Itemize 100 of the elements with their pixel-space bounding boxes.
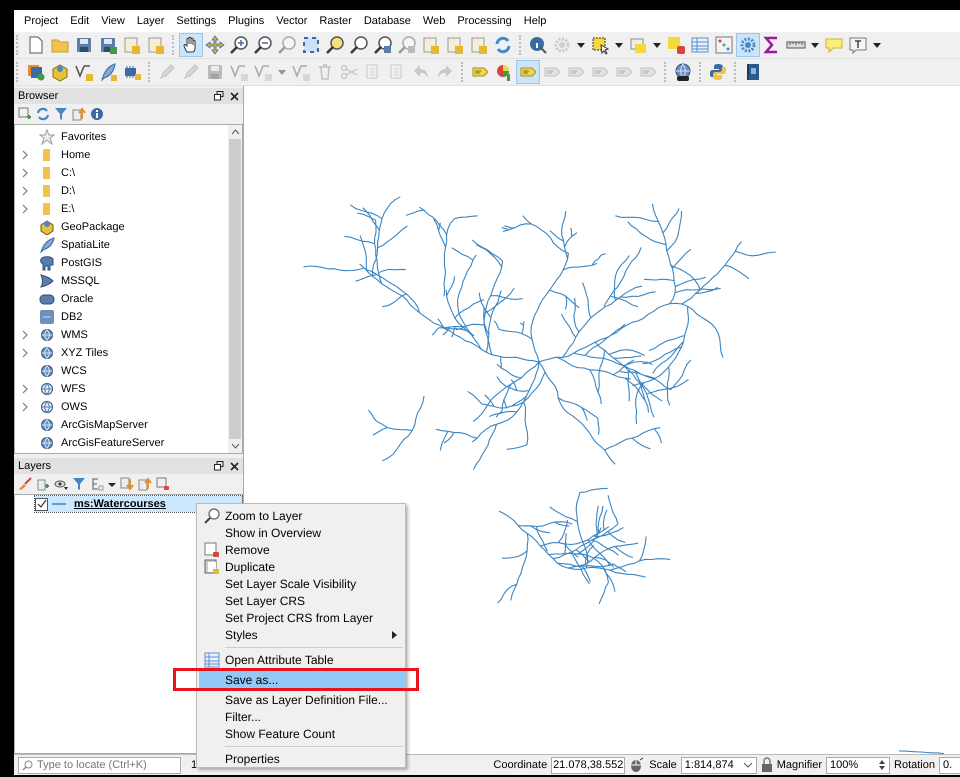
tree-item[interactable]: GeoPackage (61, 221, 125, 233)
tree-item[interactable]: PostGIS (61, 257, 102, 269)
magnifier-label: Magnifier (776, 759, 822, 771)
menu-item[interactable]: Settings (170, 15, 222, 27)
menu-item[interactable]: Styles (199, 626, 405, 643)
menu-item[interactable]: Properties (199, 750, 405, 767)
menu-item[interactable]: Edit (64, 15, 96, 27)
browser-row[interactable]: OWS (15, 398, 228, 416)
menu-item[interactable]: Set Layer CRS (199, 592, 405, 609)
tree-item[interactable]: ArcGisFeatureServer (61, 437, 164, 449)
menu-item[interactable]: Project (18, 15, 64, 27)
browser-row[interactable]: WMS (15, 326, 228, 344)
filter-icon[interactable] (54, 107, 68, 121)
tree-item[interactable]: WFS (61, 383, 86, 395)
close-icon[interactable] (230, 92, 239, 100)
browser-row[interactable]: DB2 (15, 308, 228, 326)
menu-item[interactable]: Set Layer Scale Visibility (199, 575, 405, 592)
menu-item[interactable]: Duplicate (199, 558, 405, 575)
add-selected-icon[interactable] (18, 107, 32, 121)
expression-filter-icon[interactable] (90, 477, 104, 491)
panel-title: Browser (18, 90, 58, 102)
globe-icon (39, 345, 55, 361)
info-icon[interactable] (90, 107, 104, 121)
browser-row[interactable]: C:\ (15, 164, 228, 182)
browser-row[interactable]: Favorites (15, 128, 228, 146)
browser-row[interactable]: E:\ (15, 200, 228, 218)
layer-checkbox[interactable] (35, 498, 48, 510)
globe-icon (39, 363, 55, 379)
tree-item[interactable]: XYZ Tiles (61, 347, 108, 359)
toolbar-grip[interactable] (16, 35, 21, 55)
search-icon (22, 760, 33, 770)
menu-item[interactable]: Show Feature Count (199, 725, 405, 742)
browser-row[interactable]: XYZ Tiles (15, 344, 228, 362)
browser-row[interactable]: Oracle (15, 290, 228, 308)
browser-row[interactable]: Home (15, 146, 228, 164)
toolbar-grip[interactable] (16, 62, 21, 82)
pan-to-selection-icon[interactable] (203, 33, 227, 57)
style-brush-icon[interactable] (18, 477, 32, 491)
scrollbar-thumb[interactable] (229, 139, 241, 439)
tree-item[interactable]: OWS (61, 401, 88, 413)
browser-row[interactable]: WFS (15, 380, 228, 398)
refresh-icon[interactable] (36, 107, 50, 121)
menu-item[interactable]: Layer (130, 15, 170, 27)
tree-item[interactable]: ArcGisMapServer (61, 419, 148, 431)
magnifier-spinbox[interactable]: 100% (826, 756, 890, 774)
tree-item[interactable]: Home (61, 149, 90, 161)
scale-dropdown[interactable]: 1:814,874 (680, 756, 757, 774)
coordinate-field[interactable]: 21.078,38.552 (551, 756, 626, 774)
menu-item[interactable]: Vector (270, 15, 314, 27)
menu-item[interactable]: Open Attribute Table (199, 651, 405, 668)
remove-layer-icon[interactable] (156, 477, 170, 491)
menu-item[interactable]: Set Project CRS from Layer (199, 609, 405, 626)
menu-item[interactable]: Filter... (199, 708, 405, 725)
browser-row[interactable]: WCS (15, 362, 228, 380)
menu-item[interactable]: Save as... (199, 671, 405, 688)
tree-item[interactable]: WCS (61, 365, 87, 377)
browser-row[interactable]: D:\ (15, 182, 228, 200)
layer-name[interactable]: ms:Watercourses (74, 498, 166, 510)
tree-item[interactable]: DB2 (61, 311, 82, 323)
float-panel-icon[interactable] (214, 461, 224, 471)
menu-item[interactable]: Help (518, 15, 552, 27)
tree-item[interactable]: Oracle (61, 293, 94, 305)
menu-item[interactable]: Show in Overview (199, 524, 405, 541)
tree-item[interactable]: SpatiaLite (61, 239, 110, 251)
menu-item[interactable]: Web (416, 15, 452, 27)
tree-item[interactable]: D:\ (61, 185, 76, 197)
spin-arrows-icon (878, 758, 886, 772)
menu-item-label: Show in Overview (225, 526, 322, 540)
tree-item[interactable]: WMS (61, 329, 88, 341)
scroll-up-icon[interactable] (230, 129, 240, 135)
browser-row[interactable]: PostGIS (15, 254, 228, 272)
menu-item[interactable]: View (95, 15, 131, 27)
menu-item[interactable]: Processing (451, 15, 518, 27)
locator-field[interactable]: Type to locate (Ctrl+K) (18, 756, 181, 774)
rotation-field[interactable]: 0. (939, 756, 960, 774)
browser-row[interactable]: ArcGisFeatureServer (15, 434, 228, 452)
collapse-all-icon[interactable] (72, 107, 86, 121)
menu-item[interactable]: Database (358, 15, 417, 27)
tree-item[interactable]: MSSQL (61, 275, 100, 287)
float-panel-icon[interactable] (214, 91, 224, 101)
scroll-down-icon[interactable] (230, 443, 240, 449)
browser-row[interactable]: MSSQL (15, 272, 228, 290)
menu-item[interactable]: Plugins (222, 15, 270, 27)
menu-item[interactable]: Raster (313, 15, 358, 27)
pan-hand-icon[interactable] (179, 33, 203, 57)
browser-row[interactable]: SpatiaLite (15, 236, 228, 254)
tree-item[interactable]: C:\ (61, 167, 76, 179)
menu-item[interactable]: Remove (199, 541, 405, 558)
scrollbar[interactable] (228, 125, 242, 453)
tree-item[interactable]: Favorites (61, 131, 106, 143)
globe-icon (39, 435, 55, 451)
collapse-all-icon[interactable] (138, 477, 152, 491)
menu-item[interactable]: Save as Layer Definition File... (199, 691, 405, 708)
tree-item[interactable]: E:\ (61, 203, 74, 215)
close-icon[interactable] (230, 462, 239, 470)
browser-row[interactable]: GeoPackage (15, 218, 228, 236)
browser-row[interactable]: ArcGisMapServer (15, 416, 228, 434)
lock-icon[interactable] (760, 757, 773, 773)
duplicate-layer-icon (204, 558, 220, 574)
mouse-icon[interactable] (629, 757, 646, 773)
